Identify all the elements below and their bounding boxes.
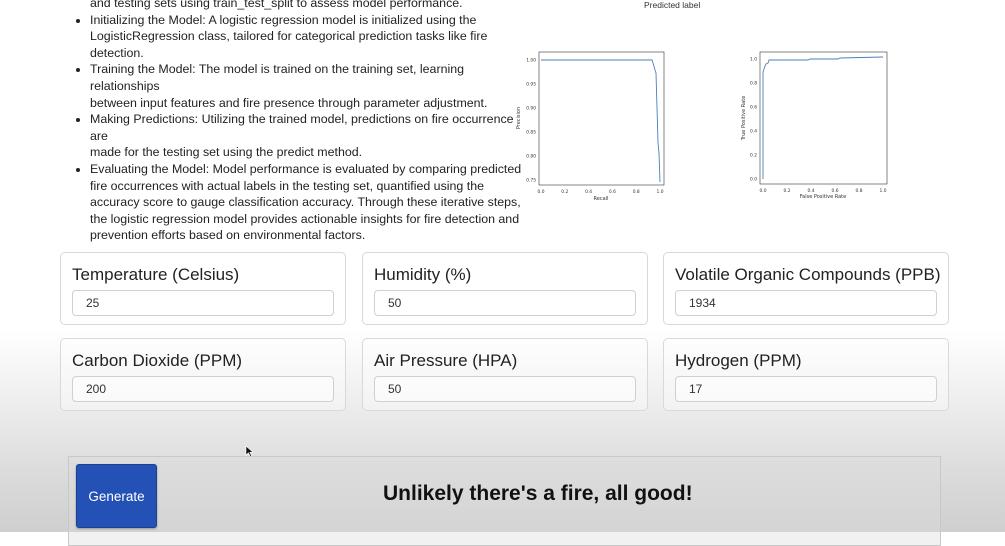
description-partial-line: and testing sets using train_test_split … — [90, 0, 463, 10]
pr-x-tick-label: 0.0 — [538, 189, 545, 195]
air-pressure-input[interactable] — [374, 376, 636, 402]
roc-x-tick-label: 0.0 — [760, 188, 767, 194]
pr-y-tick-label: 1.00 — [526, 58, 536, 64]
bullet-evaluating: Evaluating the Model: Model performance … — [90, 161, 530, 244]
bullet-predictions: Making Predictions: Utilizing the traine… — [90, 111, 530, 161]
roc-xlabel: False Positive Rate — [800, 194, 846, 200]
pr-y-tick-label: 0.85 — [526, 130, 536, 136]
roc-y-tick-label: 0.0 — [750, 177, 757, 183]
co2-card: Carbon Dioxide (PPM) — [60, 338, 346, 411]
roc-y-tick-label: 0.6 — [750, 105, 757, 111]
bullet-line: the logistic regression model provides a… — [90, 211, 520, 226]
bullet-line: Evaluating the Model: Model performance … — [90, 161, 522, 176]
bullet-line: between input features and fire presence… — [90, 95, 488, 110]
temperature-label: Temperature (Celsius) — [72, 265, 240, 284]
confusion-matrix-xlabel: Predicted label — [644, 0, 701, 10]
pr-y-tick-label: 0.75 — [526, 178, 536, 184]
bullet-line: made for the testing set using the predi… — [90, 145, 363, 160]
humidity-card: Humidity (%) — [362, 252, 648, 325]
temperature-input[interactable] — [72, 290, 334, 316]
pr-xlabel: Recall — [594, 196, 609, 202]
temperature-card: Temperature (Celsius) — [60, 252, 346, 325]
generate-button[interactable]: Generate — [76, 464, 157, 528]
pr-y-tick-label: 0.90 — [526, 106, 536, 112]
pr-x-tick-label: 1.0 — [657, 189, 664, 195]
co2-label: Carbon Dioxide (PPM) — [72, 351, 243, 370]
bullet-line: LogisticRegression class, tailored for c… — [90, 29, 488, 44]
pr-x-tick-label: 0.8 — [633, 189, 640, 195]
prediction-result-text: Unlikely there's a fire, all good! — [383, 482, 693, 505]
bullet-line: Training the Model: The model is trained… — [90, 62, 464, 93]
bullet-line: detection. — [90, 45, 144, 60]
roc-x-tick-label: 1.0 — [880, 188, 887, 194]
hydrogen-input[interactable] — [675, 376, 937, 402]
roc-y-tick-label: 0.8 — [750, 81, 757, 87]
voc-label: Volatile Organic Compounds (PPB) — [675, 265, 941, 284]
bullet-line: Making Predictions: Utilizing the traine… — [90, 112, 514, 143]
voc-card: Volatile Organic Compounds (PPB) — [663, 252, 949, 325]
prediction-panel: Generate Unlikely there's a fire, all go… — [68, 456, 941, 546]
humidity-label: Humidity (%) — [374, 265, 472, 284]
pr-x-tick-label: 0.4 — [585, 189, 592, 195]
precision-recall-plot: 0.0 0.2 0.4 0.6 0.8 1.0 1.00 0.95 0.90 0.85 0.80 0… — [516, 51, 665, 202]
air-pressure-label: Air Pressure (HPA) — [374, 351, 518, 370]
bullet-initializing: Initializing the Model: A logistic regre… — [90, 12, 530, 62]
bullet-line: fire occurrences with actual labels in t… — [90, 178, 484, 193]
hydrogen-card: Hydrogen (PPM) — [663, 338, 949, 411]
voc-input[interactable] — [675, 290, 937, 316]
roc-x-tick-label: 0.2 — [784, 188, 791, 194]
roc-ylabel: True Positive Rate — [741, 96, 747, 142]
roc-y-tick-label: 1.0 — [750, 57, 757, 63]
air-pressure-card: Air Pressure (HPA) — [362, 338, 648, 411]
co2-input[interactable] — [72, 376, 334, 402]
humidity-input[interactable] — [374, 290, 636, 316]
model-description-list: and testing sets using train_test_split … — [72, 0, 530, 244]
roc-x-tick-label: 0.8 — [856, 188, 863, 194]
bullet-training: Training the Model: The model is trained… — [90, 61, 530, 111]
pr-x-tick-label: 0.2 — [561, 189, 568, 195]
pr-y-tick-label: 0.80 — [526, 154, 536, 160]
pr-y-tick-label: 0.95 — [526, 82, 536, 88]
pr-x-tick-label: 0.6 — [609, 189, 616, 195]
roc-y-tick-label: 0.4 — [750, 129, 757, 135]
hydrogen-label: Hydrogen (PPM) — [675, 351, 802, 370]
pr-ylabel: Precision — [516, 107, 522, 129]
roc-plot: 0.0 0.2 0.4 0.6 0.8 1.0 1.00.80.60.40.20.0 Fa… — [741, 51, 888, 200]
pr-plot-frame — [538, 51, 665, 186]
roc-y-tick-label: 0.2 — [750, 153, 757, 159]
bullet-line: prevention efforts based on environmenta… — [90, 228, 366, 243]
bullet-line: accuracy score to gauge classification a… — [90, 195, 521, 210]
roc-plot-frame — [759, 51, 888, 185]
bullet-line: Initializing the Model: A logistic regre… — [90, 12, 477, 27]
